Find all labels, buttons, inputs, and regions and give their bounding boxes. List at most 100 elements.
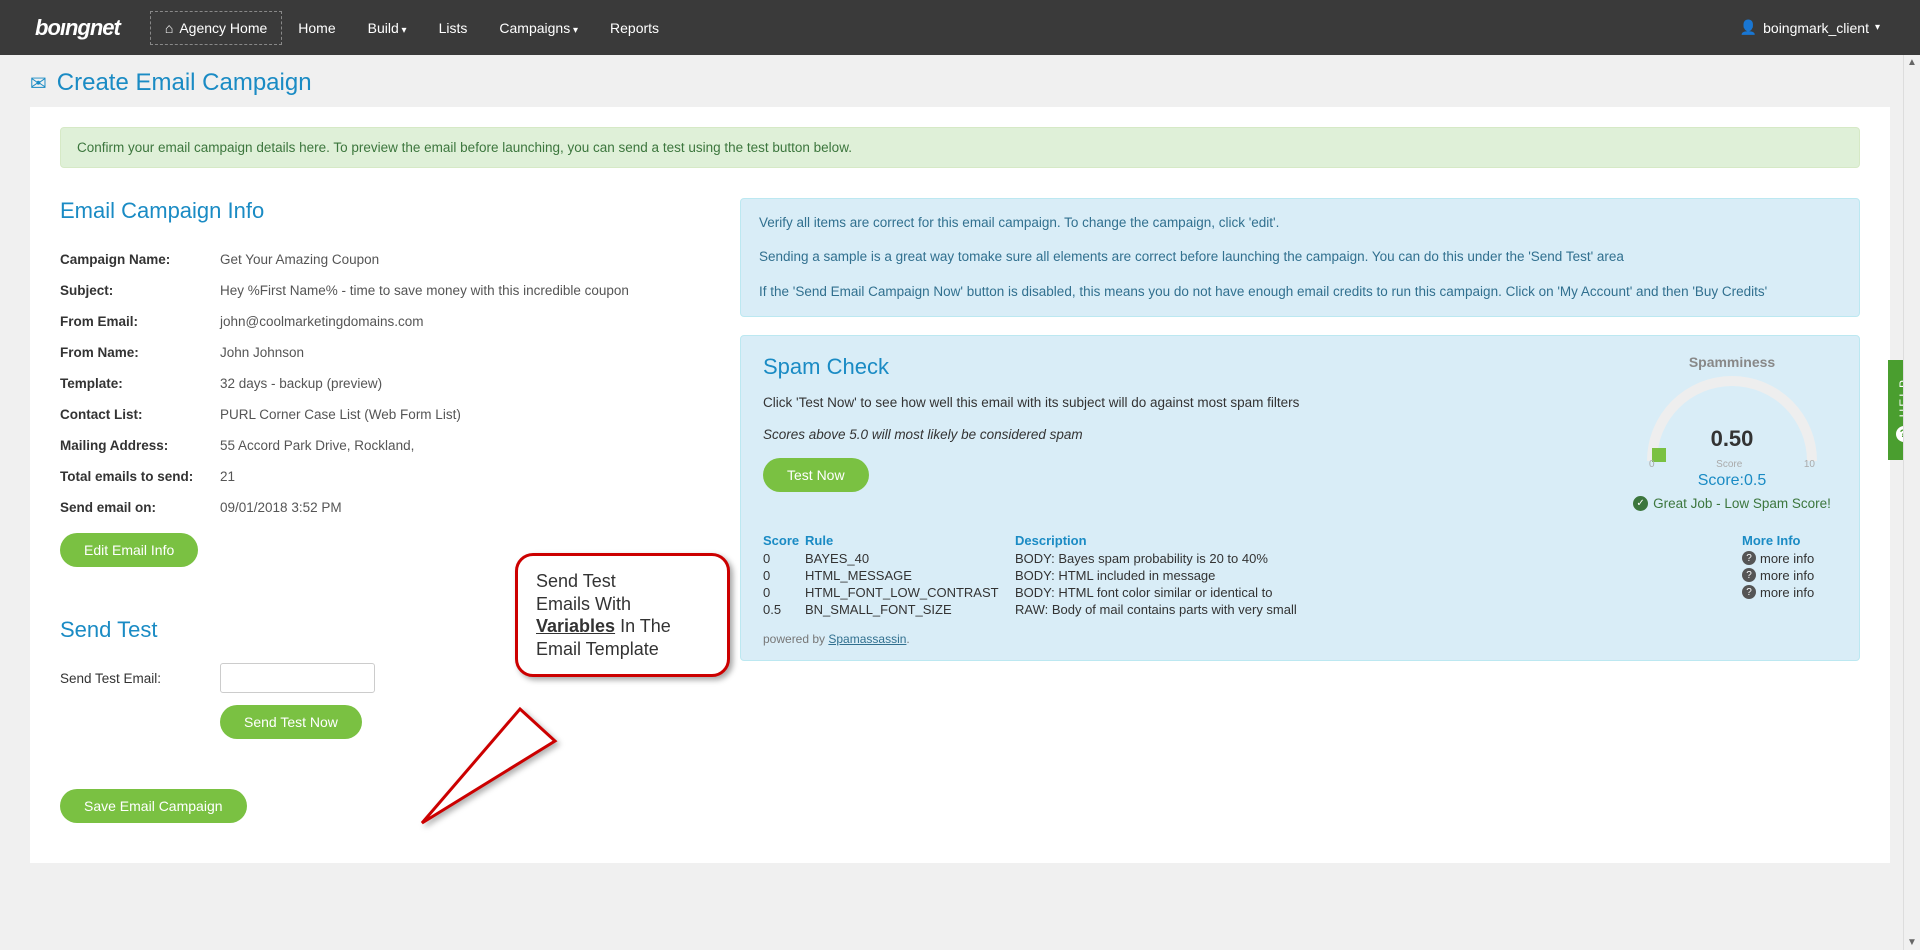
gauge-score: 0.50 <box>1647 426 1817 452</box>
info-label: Contact List: <box>60 407 220 422</box>
question-icon: ? <box>1742 551 1756 565</box>
info-value: john@coolmarketingdomains.com <box>220 314 424 329</box>
cell-score: 0 <box>763 568 805 583</box>
test-now-button[interactable]: Test Now <box>763 458 869 492</box>
spam-check-heading: Spam Check <box>763 354 1607 380</box>
spamassassin-link[interactable]: Spamassassin <box>828 632 906 646</box>
th-desc: Description <box>1015 533 1742 548</box>
home-icon: ⌂ <box>165 20 173 36</box>
send-test-now-button[interactable]: Send Test Now <box>220 705 362 739</box>
info-label: From Email: <box>60 314 220 329</box>
nav-build[interactable]: Build <box>352 2 423 54</box>
spam-gauge: 0.50 0 Score 10 <box>1647 376 1817 466</box>
spam-table: Score Rule Description More Info 0BAYES_… <box>763 533 1837 618</box>
mail-icon: ✉ <box>30 71 47 96</box>
info-label: Template: <box>60 376 220 391</box>
callout-line: Send Test <box>536 570 709 593</box>
scrollbar[interactable]: ▲ ▼ <box>1903 55 1920 950</box>
cell-desc: RAW: Body of mail contains parts with ve… <box>1015 602 1742 617</box>
verify-alert: Verify all items are correct for this em… <box>740 198 1860 317</box>
nav-home[interactable]: Home <box>282 2 351 54</box>
cell-desc: BODY: HTML font color similar or identic… <box>1015 585 1742 600</box>
gauge-tick: 0 <box>1649 459 1655 470</box>
more-info-text: more info <box>1760 585 1814 600</box>
powered-prefix: powered by <box>763 632 828 646</box>
callout-line: In The <box>615 616 671 636</box>
user-menu[interactable]: 👤 boingmark_client <box>1740 19 1910 36</box>
cell-more: ? more info <box>1742 551 1837 566</box>
spam-desc: Click 'Test Now' to see how well this em… <box>763 394 1607 413</box>
nav-lists[interactable]: Lists <box>423 2 484 54</box>
info-row: Total emails to send:21 <box>60 461 700 492</box>
cell-desc: BODY: Bayes spam probability is 20 to 40… <box>1015 551 1742 566</box>
info-label: Total emails to send: <box>60 469 220 484</box>
th-more: More Info <box>1742 533 1837 548</box>
nav-reports[interactable]: Reports <box>594 2 675 54</box>
user-label: boingmark_client <box>1763 20 1869 36</box>
callout-tail-icon <box>410 701 560 831</box>
th-score: Score <box>763 533 805 548</box>
cell-score: 0 <box>763 551 805 566</box>
info-value: Hey %First Name% - time to save money wi… <box>220 283 629 298</box>
table-row: 0.5BN_SMALL_FONT_SIZERAW: Body of mail c… <box>763 601 1837 618</box>
score-msg-text: Great Job - Low Spam Score! <box>1653 496 1831 511</box>
info-row: From Email:john@coolmarketingdomains.com <box>60 306 700 337</box>
info-label: Campaign Name: <box>60 252 220 267</box>
email-info-heading: Email Campaign Info <box>60 198 700 224</box>
info-value: 21 <box>220 469 235 484</box>
navbar: boıngnet ⌂ Agency Home Home Build Lists … <box>0 0 1920 55</box>
verify-p2: Sending a sample is a great way tomake s… <box>759 247 1841 267</box>
nav-campaigns[interactable]: Campaigns <box>483 2 594 54</box>
th-rule: Rule <box>805 533 1015 548</box>
scroll-up-icon[interactable]: ▲ <box>1907 55 1917 70</box>
info-label: Mailing Address: <box>60 438 220 453</box>
verify-p3: If the 'Send Email Campaign Now' button … <box>759 282 1841 302</box>
table-row: 0HTML_MESSAGEBODY: HTML included in mess… <box>763 567 1837 584</box>
cell-desc: BODY: HTML included in message <box>1015 568 1742 583</box>
info-value: 55 Accord Park Drive, Rockland, <box>220 438 414 453</box>
scroll-down-icon[interactable]: ▼ <box>1907 935 1917 950</box>
agency-home-link[interactable]: ⌂ Agency Home <box>150 11 282 45</box>
cell-rule: HTML_FONT_LOW_CONTRAST <box>805 585 1015 600</box>
callout-line: Variables <box>536 616 615 636</box>
score-msg: ✓ Great Job - Low Spam Score! <box>1627 496 1837 511</box>
save-email-campaign-button[interactable]: Save Email Campaign <box>60 789 247 823</box>
callout-annotation: Send Test Emails With Variables In The E… <box>515 553 730 677</box>
info-value: John Johnson <box>220 345 304 360</box>
cell-rule: BAYES_40 <box>805 551 1015 566</box>
info-row: Subject:Hey %First Name% - time to save … <box>60 275 700 306</box>
send-test-label: Send Test Email: <box>60 671 220 686</box>
info-label: Subject: <box>60 283 220 298</box>
agency-home-label: Agency Home <box>179 20 267 36</box>
info-value: 09/01/2018 3:52 PM <box>220 500 342 515</box>
check-icon: ✓ <box>1633 496 1648 511</box>
edit-email-info-button[interactable]: Edit Email Info <box>60 533 198 567</box>
spam-note: Scores above 5.0 will most likely be con… <box>763 427 1607 442</box>
more-info-text: more info <box>1760 568 1814 583</box>
more-info-text: more info <box>1760 551 1814 566</box>
gauge-tick: 10 <box>1804 459 1815 470</box>
spamminess-title: Spamminess <box>1627 354 1837 370</box>
gauge-tick: Score <box>1716 459 1742 470</box>
more-info-link[interactable]: ? more info <box>1742 551 1837 566</box>
info-row: Mailing Address:55 Accord Park Drive, Ro… <box>60 430 700 461</box>
info-value: PURL Corner Case List (Web Form List) <box>220 407 461 422</box>
page-title: ✉ Create Email Campaign <box>0 55 1920 107</box>
info-row: Send email on:09/01/2018 3:52 PM <box>60 492 700 523</box>
table-row: 0BAYES_40BODY: Bayes spam probability is… <box>763 550 1837 567</box>
page-title-text: Create Email Campaign <box>57 69 312 97</box>
content-panel: Confirm your email campaign details here… <box>30 107 1890 863</box>
cell-score: 0 <box>763 585 805 600</box>
info-label: From Name: <box>60 345 220 360</box>
logo: boıngnet <box>35 15 120 41</box>
spam-panel: Spam Check Click 'Test Now' to see how w… <box>740 335 1860 661</box>
powered-by: powered by Spamassassin. <box>763 632 1837 646</box>
more-info-link[interactable]: ?more info <box>1742 585 1837 600</box>
more-info-link[interactable]: ? more info <box>1742 568 1837 583</box>
info-label: Send email on: <box>60 500 220 515</box>
info-value: 32 days - backup (preview) <box>220 376 382 391</box>
info-value: Get Your Amazing Coupon <box>220 252 379 267</box>
send-test-input[interactable] <box>220 663 375 693</box>
callout-line: Email Template <box>536 638 709 661</box>
question-icon: ? <box>1742 568 1756 582</box>
